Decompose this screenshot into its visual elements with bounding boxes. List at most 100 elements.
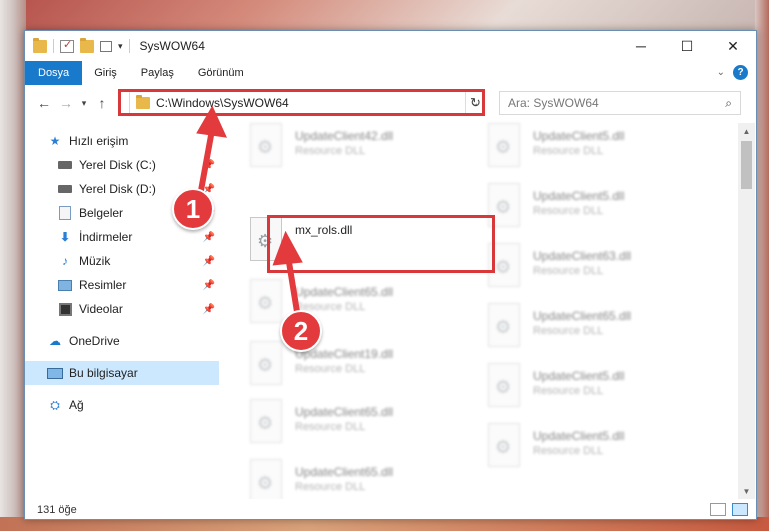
desktop-background-right [755,0,769,531]
customize-toolbar-icon[interactable] [100,40,112,52]
step-1-badge: 1 [172,188,214,230]
tab-home[interactable]: Giriş [82,61,129,85]
dll-file-icon: ⚙ [245,399,285,447]
pin-icon[interactable]: 📌 [203,160,215,171]
search-placeholder: Ara: SysWOW64 [508,96,599,110]
view-buttons [710,503,748,516]
search-icon[interactable]: ⌕ [725,96,732,111]
ribbon-tabs: Dosya Giriş Paylaş Görünüm ⌄ ? [25,61,756,85]
search-input[interactable]: Ara: SysWOW64 ⌕ [499,91,741,115]
sidebar-item-videos[interactable]: Videolar 📌 [25,297,219,321]
file-item[interactable]: ⚙ UpdateClient19.dll Resource DLL [245,341,475,399]
star-icon: ★ [49,134,61,148]
up-button[interactable]: ↑ [91,91,113,115]
file-item[interactable]: ⚙ UpdateClient63.dll Resource DLL [483,243,713,301]
file-item[interactable]: ⚙ UpdateClient65.dll Resource DLL [245,399,475,457]
dll-file-icon: ⚙ [483,363,523,411]
maximize-button[interactable]: ☐ [664,31,710,61]
pin-icon[interactable]: 📌 [203,232,215,243]
dll-file-icon: ⚙ [483,123,523,171]
file-item[interactable]: ⚙ UpdateClient5.dll Resource DLL [483,423,713,481]
network-icon: ⛭ [50,397,60,412]
quick-access-toolbar: ▾ [25,37,130,53]
file-item[interactable]: ⚙ UpdateClient5.dll Resource DLL [483,183,713,241]
file-explorer-window: ▾ SysWOW64 ─ ☐ ✕ Dosya Giriş Paylaş Görü… [24,30,757,520]
file-type: Resource DLL [295,145,366,157]
file-item[interactable]: ⚙ UpdateClient5.dll Resource DLL [483,123,713,181]
status-bar: 131 öğe [25,499,756,521]
music-icon: ♪ [62,254,68,268]
minimize-button[interactable]: ─ [618,31,664,61]
pin-icon[interactable]: 📌 [203,256,215,267]
pictures-icon [57,278,73,292]
file-name: UpdateClient42.dll [295,129,394,143]
back-button[interactable]: ← [33,91,55,115]
tab-view[interactable]: Görünüm [186,61,256,85]
large-icons-view-icon[interactable] [732,503,748,516]
window-title: SysWOW64 [139,39,205,53]
cloud-icon: ☁ [49,334,61,348]
forward-button[interactable]: → [55,91,77,115]
sidebar-item-label: Hızlı erişim [69,134,129,148]
scroll-down-icon[interactable]: ▼ [738,483,755,499]
new-folder-icon[interactable] [80,37,94,53]
pin-icon[interactable]: 📌 [203,280,215,291]
sidebar-item-label: Yerel Disk (D:) [79,182,156,196]
file-name: UpdateClient5.dll [533,369,625,383]
expand-ribbon-icon[interactable]: ⌄ [717,67,725,78]
sidebar-item-label: Bu bilgisayar [69,366,138,380]
sidebar-item-label: Videolar [79,302,123,316]
ribbon-right-controls: ⌄ ? [717,65,748,80]
file-item[interactable]: ⚙ UpdateClient42.dll Resource DLL [245,123,475,181]
navigation-pane: ★ Hızlı erişim Yerel Disk (C:) 📌 Yerel D… [25,125,219,497]
help-icon[interactable]: ? [733,65,748,80]
desktop-background-left [0,0,26,531]
vertical-scrollbar[interactable]: ▲ ▼ [738,123,755,499]
address-highlight-box [118,89,485,116]
file-type: Resource DLL [295,421,366,433]
tab-share[interactable]: Paylaş [129,61,186,85]
file-item[interactable]: ⚙ UpdateClient5.dll Resource DLL [483,363,713,421]
sidebar-item-onedrive[interactable]: ☁ OneDrive [25,329,219,353]
sidebar-item-label: Müzik [79,254,111,268]
file-type: Resource DLL [533,325,604,337]
scrollbar-thumb[interactable] [741,141,752,189]
download-icon: ⬇ [59,230,71,244]
properties-icon[interactable] [60,38,74,53]
drive-icon [57,158,73,172]
recent-locations-button[interactable]: ▾ [77,91,91,115]
window-controls: ─ ☐ ✕ [618,31,756,61]
sidebar-item-quick-access[interactable]: ★ Hızlı erişim [25,129,219,153]
toolbar-divider [128,39,130,53]
sidebar-item-local-disk-c[interactable]: Yerel Disk (C:) 📌 [25,153,219,177]
file-type: Resource DLL [533,205,604,217]
sidebar-item-pictures[interactable]: Resimler 📌 [25,273,219,297]
file-list: ⚙ UpdateClient42.dll Resource DLL ⚙ mx_ro… [219,119,738,499]
pin-icon[interactable]: 📌 [203,304,215,315]
close-button[interactable]: ✕ [710,31,756,61]
dll-file-icon: ⚙ [245,279,285,327]
chevron-down-icon[interactable]: ▾ [118,41,123,52]
file-item[interactable]: ⚙ UpdateClient65.dll Resource DLL [245,459,475,499]
toolbar-divider [53,39,54,53]
file-name: UpdateClient65.dll [295,405,394,419]
scroll-up-icon[interactable]: ▲ [738,123,755,139]
file-item[interactable]: ⚙ UpdateClient65.dll Resource DLL [483,303,713,361]
sidebar-item-label: Resimler [79,278,127,292]
file-type: Resource DLL [533,145,604,157]
details-view-icon[interactable] [710,503,726,516]
file-name: UpdateClient5.dll [533,189,625,203]
file-type: Resource DLL [533,385,604,397]
dll-file-icon: ⚙ [245,123,285,171]
step-2-badge: 2 [280,310,322,352]
sidebar-item-this-pc[interactable]: Bu bilgisayar [25,361,219,385]
sidebar-item-label: Belgeler [79,206,124,220]
sidebar-item-network[interactable]: ⛭ Ağ [25,393,219,417]
sidebar-item-music[interactable]: ♪ Müzik 📌 [25,249,219,273]
drive-icon [57,182,73,196]
file-name: UpdateClient65.dll [295,465,394,479]
file-name: UpdateClient63.dll [533,249,632,263]
sidebar-item-label: İndirmeler [79,230,133,244]
file-type: Resource DLL [533,445,604,457]
tab-file[interactable]: Dosya [25,61,83,85]
